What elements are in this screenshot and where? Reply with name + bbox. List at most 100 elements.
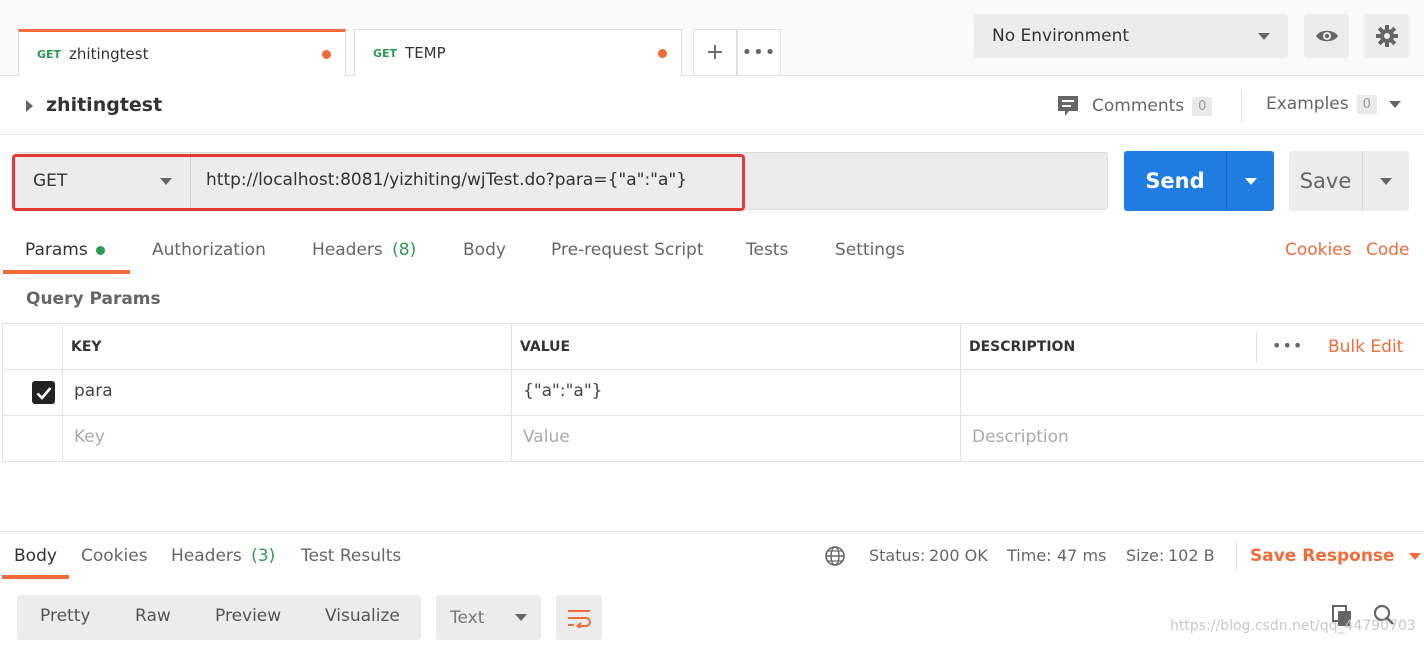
environment-quick-look-button[interactable]: [1304, 14, 1349, 58]
comments-button[interactable]: Comments 0: [1056, 94, 1213, 118]
view-preview[interactable]: Preview: [215, 606, 281, 626]
response-tab-cookies[interactable]: Cookies: [81, 546, 148, 566]
comments-count: 0: [1192, 96, 1213, 116]
table-border: [2, 461, 1424, 462]
save-response-dropdown[interactable]: Save Response: [1250, 546, 1421, 566]
table-border: [2, 369, 1424, 370]
request-tab-zhitingtest[interactable]: GET zhitingtest: [18, 29, 346, 76]
tab-body[interactable]: Body: [463, 240, 506, 260]
table-border: [511, 324, 512, 462]
tab-method: GET: [37, 47, 62, 61]
save-options-button[interactable]: [1363, 177, 1409, 185]
response-tab-body[interactable]: Body: [14, 546, 57, 566]
chevron-down-icon: [1244, 177, 1257, 185]
table-border: [2, 324, 3, 462]
status-value[interactable]: 200 OK: [929, 546, 988, 565]
column-header-key: KEY: [71, 339, 102, 355]
chevron-down-icon: [1380, 177, 1392, 185]
table-border: [62, 324, 63, 462]
plus-icon: +: [705, 40, 725, 65]
comments-label: Comments: [1092, 96, 1185, 116]
examples-label: Examples: [1266, 94, 1349, 114]
param-value-cell[interactable]: {"a":"a"}: [523, 381, 602, 401]
divider: [1241, 90, 1242, 122]
request-tab-temp[interactable]: GET TEMP: [354, 29, 682, 76]
code-link[interactable]: Code: [1366, 240, 1410, 260]
time-label: Time:: [1007, 546, 1052, 565]
environment-selected: No Environment: [992, 26, 1130, 46]
active-tab-indicator: [3, 270, 130, 274]
examples-count: 0: [1356, 94, 1377, 114]
tab-name: TEMP: [405, 44, 446, 62]
manage-environments-button[interactable]: [1364, 14, 1409, 58]
table-border: [2, 415, 1424, 416]
comment-icon: [1058, 96, 1078, 116]
response-view-toggle: Pretty Raw Preview Visualize: [17, 595, 421, 640]
tab-params[interactable]: Params: [25, 240, 105, 260]
format-select[interactable]: Text: [436, 595, 541, 640]
send-button[interactable]: Send: [1124, 151, 1274, 211]
table-border: [2, 323, 1424, 324]
view-visualize[interactable]: Visualize: [325, 606, 400, 626]
query-params-title: Query Params: [26, 289, 161, 309]
response-tab-test-results[interactable]: Test Results: [301, 546, 401, 566]
response-tab-headers[interactable]: Headers (3): [171, 546, 275, 566]
divider: [1236, 541, 1237, 571]
column-header-description: DESCRIPTION: [969, 339, 1076, 355]
param-key-cell[interactable]: para: [74, 381, 113, 401]
tab-name: zhitingtest: [69, 45, 149, 63]
column-header-value: VALUE: [520, 339, 571, 355]
size-value[interactable]: 102 B: [1168, 546, 1215, 565]
time-value[interactable]: 47 ms: [1057, 546, 1106, 565]
save-button[interactable]: Save: [1289, 151, 1409, 211]
send-label: Send: [1145, 169, 1205, 193]
tab-settings[interactable]: Settings: [835, 240, 905, 260]
view-pretty[interactable]: Pretty: [40, 606, 90, 626]
tab-params-label: Params: [25, 240, 88, 260]
format-selected: Text: [450, 607, 485, 628]
param-enabled-checkbox[interactable]: [32, 381, 55, 404]
more-horizontal-icon[interactable]: •••: [1272, 336, 1303, 355]
new-value-input[interactable]: Value: [523, 427, 570, 447]
new-key-input[interactable]: Key: [74, 427, 105, 447]
chevron-down-icon: [1388, 100, 1401, 108]
response-headers-count: (3): [251, 546, 276, 566]
chevron-down-icon: [1258, 32, 1270, 40]
tab-headers-label: Headers: [312, 240, 383, 260]
tab-authorization[interactable]: Authorization: [152, 240, 266, 260]
new-tab-button[interactable]: +: [693, 29, 737, 76]
tab-headers-count: (8): [392, 240, 417, 260]
gear-icon: [1375, 25, 1398, 47]
more-horizontal-icon: •••: [741, 42, 777, 63]
save-label: Save: [1299, 169, 1352, 193]
active-tab-indicator: [2, 575, 69, 579]
view-raw[interactable]: Raw: [135, 606, 171, 626]
wrap-lines-button[interactable]: [556, 595, 602, 640]
globe-icon[interactable]: [824, 545, 846, 567]
request-title[interactable]: zhitingtest: [46, 94, 162, 116]
unsaved-dot-icon: [658, 48, 667, 58]
send-options-button[interactable]: [1227, 177, 1274, 185]
checkmark-icon: [36, 386, 51, 400]
environment-select[interactable]: No Environment: [974, 14, 1288, 58]
bulk-edit-link[interactable]: Bulk Edit: [1328, 337, 1403, 357]
new-description-input[interactable]: Description: [972, 427, 1069, 447]
eye-icon: [1315, 30, 1338, 42]
examples-dropdown[interactable]: Examples 0: [1266, 94, 1401, 114]
chevron-down-icon: [1408, 552, 1421, 560]
tab-options-button[interactable]: •••: [737, 29, 781, 76]
save-response-label: Save Response: [1250, 546, 1395, 566]
highlight-annotation: [12, 154, 745, 211]
status-label: Status:: [869, 546, 926, 565]
tab-headers[interactable]: Headers (8): [312, 240, 416, 260]
response-headers-label: Headers: [171, 546, 242, 566]
chevron-down-icon: [515, 614, 527, 621]
tab-tests[interactable]: Tests: [746, 240, 788, 260]
divider: [1256, 332, 1257, 362]
tab-prerequest-script[interactable]: Pre-request Script: [551, 240, 704, 260]
table-border: [960, 324, 961, 462]
cookies-link[interactable]: Cookies: [1285, 240, 1352, 260]
tab-method: GET: [373, 46, 398, 60]
watermark-text: https://blog.csdn.net/qq_44790703: [1170, 618, 1416, 634]
caret-right-icon[interactable]: [26, 100, 33, 112]
